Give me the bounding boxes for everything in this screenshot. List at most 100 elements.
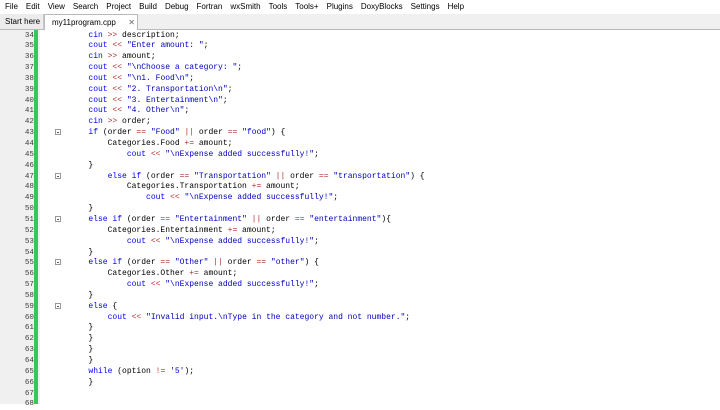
code-token: (option — [112, 366, 156, 376]
menu-doxyblocks[interactable]: DoxyBlocks — [357, 0, 407, 13]
code-token: amount; — [237, 225, 276, 235]
code-line[interactable]: 61 } — [0, 323, 720, 334]
line-number: 43 — [24, 129, 34, 138]
code-line[interactable]: 54 } — [0, 248, 720, 259]
code-line[interactable]: 65 while (option != '5'); — [0, 367, 720, 378]
line-number: 37 — [24, 64, 34, 73]
code-line[interactable]: 39 cout << "2. Transportation\n"; — [0, 85, 720, 96]
keyword-token: else — [88, 301, 108, 311]
line-number: 34 — [24, 31, 34, 40]
keyword-token: else if — [88, 258, 123, 268]
tab-start-here[interactable]: Start here — [0, 14, 44, 29]
code-token: ) { — [410, 171, 425, 181]
string-token: "\nExpense added successfully!" — [165, 236, 315, 246]
menu-build[interactable]: Build — [135, 0, 161, 13]
menu-debug[interactable]: Debug — [161, 0, 193, 13]
menu-help[interactable]: Help — [444, 0, 468, 13]
code-line[interactable]: 37 cout << "\nChoose a category: "; — [0, 63, 720, 74]
code-line[interactable]: 67 — [0, 389, 720, 400]
line-number: 41 — [24, 107, 34, 116]
keyword-token: cin — [88, 30, 103, 40]
code-line[interactable]: 50 } — [0, 204, 720, 215]
menu-plugins[interactable]: Plugins — [323, 0, 357, 13]
code-line[interactable]: 64 } — [0, 356, 720, 367]
code-line[interactable]: 62 } — [0, 334, 720, 345]
code-text: } — [50, 291, 93, 302]
code-line[interactable]: 38 cout << "\n1. Food\n"; — [0, 74, 720, 85]
operator-token: += — [251, 182, 262, 192]
operator-token: || — [275, 171, 286, 181]
code-line[interactable]: 66 } — [0, 378, 720, 389]
operator-token: == — [160, 214, 171, 224]
keyword-token: cout — [146, 193, 166, 203]
operator-token: == — [179, 171, 190, 181]
menu-project[interactable]: Project — [102, 0, 135, 13]
menu-tools[interactable]: Tools+ — [291, 0, 322, 13]
string-token: "Transportation" — [194, 171, 271, 181]
code-line[interactable]: 35 cout << "Enter amount: "; — [0, 41, 720, 52]
code-line[interactable]: 59 else { — [0, 302, 720, 313]
code-line[interactable]: 52 Categories.Entertainment += amount; — [0, 226, 720, 237]
operator-token: += — [227, 225, 238, 235]
tab-my11program-cpp[interactable]: my11program.cpp ✕ — [44, 14, 138, 30]
menu-edit[interactable]: Edit — [22, 0, 44, 13]
code-line[interactable]: 47 else if (order == "Transportation" ||… — [0, 172, 720, 183]
code-line[interactable]: 42 cin >> order; — [0, 117, 720, 128]
code-line[interactable]: 57 cout << "\nExpense added successfully… — [0, 280, 720, 291]
code-text: Categories.Food += amount; — [50, 139, 233, 150]
code-line[interactable]: 63 } — [0, 345, 720, 356]
code-token: } — [50, 290, 94, 300]
string-token: '5' — [170, 366, 185, 376]
code-line[interactable]: 45 cout << "\nExpense added successfully… — [0, 150, 720, 161]
line-number: 56 — [24, 270, 34, 279]
menu-settings[interactable]: Settings — [407, 0, 444, 13]
code-line[interactable]: 46 } — [0, 161, 720, 172]
code-line[interactable]: 55 else if (order == "Other" || order ==… — [0, 258, 720, 269]
code-line[interactable]: 43 if (order == "Food" || order == "food… — [0, 128, 720, 139]
code-line[interactable]: 48 Categories.Transportation += amount; — [0, 182, 720, 193]
code-text: Categories.Other += amount; — [50, 269, 238, 280]
code-line[interactable]: 60 cout << "Invalid input.\nType in the … — [0, 313, 720, 324]
code-token: ); — [184, 366, 195, 376]
code-line[interactable]: 49 cout << "\nExpense added successfully… — [0, 193, 720, 204]
line-number: 66 — [24, 378, 34, 387]
code-line[interactable]: 44 Categories.Food += amount; — [0, 139, 720, 150]
close-icon[interactable]: ✕ — [128, 15, 135, 30]
code-text: } — [50, 204, 93, 215]
menu-tools[interactable]: Tools — [265, 0, 292, 13]
code-line[interactable]: 56 Categories.Other += amount; — [0, 269, 720, 280]
menu-fortran[interactable]: Fortran — [193, 0, 227, 13]
code-line[interactable]: 53 cout << "\nExpense added successfully… — [0, 237, 720, 248]
line-number: 59 — [24, 302, 34, 311]
menu-search[interactable]: Search — [69, 0, 102, 13]
menu-view[interactable]: View — [44, 0, 69, 13]
operator-token: << — [112, 95, 123, 105]
code-text: else if (order == "Transportation" || or… — [50, 172, 425, 183]
code-text: cout << "4. Other\n"; — [50, 106, 189, 117]
operator-token: << — [112, 63, 123, 73]
line-number: 57 — [24, 281, 34, 290]
code-text: } — [50, 334, 93, 345]
line-number: 40 — [24, 96, 34, 105]
code-line[interactable]: 51 else if (order == "Entertainment" || … — [0, 215, 720, 226]
code-token: description; — [117, 30, 180, 40]
code-token: ) { — [304, 258, 319, 268]
string-token: "Food" — [150, 128, 180, 138]
code-text: cout << "Invalid input.\nType in the cat… — [50, 313, 411, 324]
menu-wxsmith[interactable]: wxSmith — [226, 0, 264, 13]
operator-token: == — [318, 171, 329, 181]
code-line[interactable]: 34 cin >> description; — [0, 31, 720, 42]
menu-file[interactable]: File — [0, 0, 22, 13]
code-line[interactable]: 68 — [0, 399, 720, 410]
code-line[interactable]: 36 cin >> amount; — [0, 52, 720, 63]
code-text: while (option != '5'); — [50, 367, 194, 378]
code-line[interactable]: 40 cout << "3. Entertainment\n"; — [0, 96, 720, 107]
string-token: "\nExpense added successfully!" — [165, 280, 315, 290]
code-line[interactable]: 41 cout << "4. Other\n"; — [0, 106, 720, 117]
code-editor[interactable]: 34 cin >> description; 35 cout << "Enter … — [0, 30, 720, 408]
operator-token: += — [189, 269, 199, 279]
operator-token: << — [112, 106, 123, 116]
code-line[interactable]: 58 } — [0, 291, 720, 302]
